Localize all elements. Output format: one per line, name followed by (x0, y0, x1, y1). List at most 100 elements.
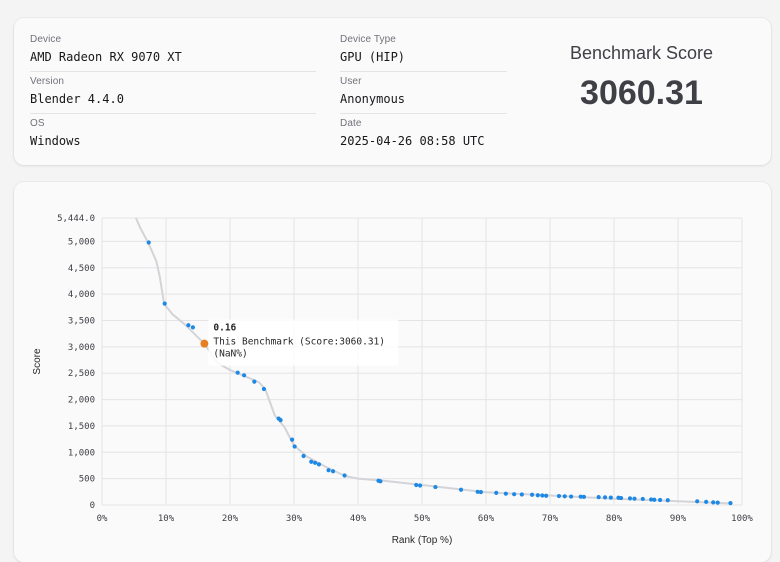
data-point[interactable] (241, 373, 247, 378)
device-label: Device (30, 34, 62, 45)
y-tick-label: 4,000 (68, 290, 95, 300)
data-point[interactable] (581, 494, 587, 499)
data-point[interactable] (458, 487, 464, 492)
data-point[interactable] (417, 483, 423, 488)
data-point[interactable] (618, 495, 624, 501)
y-tick-label: 1,500 (68, 422, 95, 432)
x-tick-label: 80% (606, 514, 623, 524)
data-point[interactable] (556, 493, 562, 499)
version-field: Version Blender 4.4.0 (30, 76, 124, 106)
x-tick-label: 30% (286, 514, 303, 524)
divider (30, 113, 316, 114)
data-point[interactable] (186, 323, 191, 328)
x-tick-label: 40% (350, 514, 367, 524)
os-value: Windows (30, 134, 81, 148)
data-point[interactable] (261, 386, 267, 392)
divider (340, 71, 507, 72)
data-point[interactable] (316, 462, 322, 467)
data-point[interactable] (494, 490, 499, 495)
device-field: Device AMD Radeon RX 9070 XT (30, 34, 182, 64)
data-point[interactable] (602, 495, 608, 500)
x-tick-label: 90% (670, 514, 687, 524)
y-tick-label: 500 (79, 475, 95, 485)
user-label: User (340, 76, 362, 87)
data-point[interactable] (478, 489, 483, 495)
chart-card: 0% 10% 20% 30% 40% 50% 60% 70% 80% 90% 100% 0 500 1,0… (14, 182, 771, 562)
y-tick-label: 5,000 (68, 237, 95, 247)
data-point[interactable] (665, 498, 670, 503)
x-axis-title: Rank (Top %) (392, 535, 453, 546)
os-label: OS (30, 118, 45, 129)
data-point[interactable] (540, 493, 545, 498)
this-benchmark-marker[interactable] (200, 339, 209, 348)
version-value: Blender 4.4.0 (30, 92, 124, 106)
device-info-card: Device AMD Radeon RX 9070 XT Version Ble… (14, 18, 771, 165)
data-point[interactable] (627, 496, 633, 501)
data-point[interactable] (562, 494, 567, 499)
data-point[interactable] (278, 418, 283, 423)
y-tick-label: 3,500 (68, 316, 95, 326)
device-type-label: Device Type (340, 34, 396, 45)
data-point[interactable] (529, 492, 535, 497)
y-tick-label: 1,000 (68, 448, 95, 458)
y-tick-label: 5,444.0 (57, 214, 95, 224)
data-point[interactable] (569, 494, 574, 499)
data-point[interactable] (608, 495, 613, 500)
x-tick-label: 20% (222, 514, 239, 524)
benchmark-score-value: 3060.31 (580, 74, 703, 112)
chart-tooltip: 0.16 This Benchmark (Score:3060.31) (NaN… (208, 319, 399, 366)
x-tick-label: 100% (731, 514, 753, 524)
divider (340, 113, 507, 114)
data-point[interactable] (652, 497, 657, 502)
divider (30, 71, 316, 72)
x-tick-label: 10% (158, 514, 175, 524)
data-point[interactable] (292, 444, 297, 449)
device-value: AMD Radeon RX 9070 XT (30, 50, 182, 64)
data-point[interactable] (640, 496, 645, 502)
data-point[interactable] (342, 473, 347, 478)
grid-lines (101, 217, 743, 506)
x-tick-label: 0% (97, 514, 108, 524)
data-point[interactable] (657, 497, 663, 503)
data-point[interactable] (252, 379, 257, 384)
data-point[interactable] (289, 437, 295, 442)
data-point[interactable] (235, 370, 240, 375)
date-value: 2025-04-26 08:58 UTC (340, 134, 485, 148)
tooltip-value: 0.16 (213, 323, 236, 334)
axis-ticks: 0% 10% 20% 30% 40% 50% 60% 70% 80% 90% 100% 0 500 1,0… (57, 214, 753, 524)
user-value: Anonymous (340, 92, 406, 106)
data-point[interactable] (535, 493, 540, 498)
device-type-value: GPU (HIP) (340, 50, 406, 64)
data-point[interactable] (512, 492, 517, 497)
data-point[interactable] (190, 325, 195, 330)
data-point[interactable] (715, 500, 720, 505)
data-point[interactable] (301, 453, 306, 459)
data-point[interactable] (414, 482, 419, 488)
data-point[interactable] (378, 479, 383, 484)
data-point[interactable] (596, 494, 601, 500)
user-field: User Anonymous (340, 76, 405, 106)
data-point[interactable] (711, 500, 716, 505)
data-point[interactable] (146, 240, 151, 245)
this-benchmark-point[interactable] (200, 339, 209, 348)
data-point[interactable] (162, 301, 167, 306)
os-field: OS Windows (30, 118, 81, 148)
data-point[interactable] (503, 491, 508, 496)
y-tick-label: 2,500 (68, 369, 95, 379)
version-label: Version (30, 76, 65, 87)
tooltip-label: This Benchmark (Score:3060.31) (213, 337, 385, 348)
data-point[interactable] (433, 484, 438, 490)
data-point[interactable] (544, 493, 549, 498)
data-point[interactable] (519, 492, 524, 497)
data-point[interactable] (704, 499, 709, 504)
data-point[interactable] (695, 499, 700, 504)
x-tick-label: 70% (542, 514, 559, 524)
data-point[interactable] (313, 460, 318, 465)
data-point[interactable] (309, 459, 314, 464)
data-point[interactable] (632, 496, 637, 501)
data-point[interactable] (330, 469, 336, 474)
data-point[interactable] (728, 501, 733, 506)
x-tick-label: 60% (478, 514, 495, 524)
data-point[interactable] (326, 468, 331, 473)
score-rank-chart[interactable]: 0% 10% 20% 30% 40% 50% 60% 70% 80% 90% 100% 0 500 1,0… (14, 182, 771, 549)
